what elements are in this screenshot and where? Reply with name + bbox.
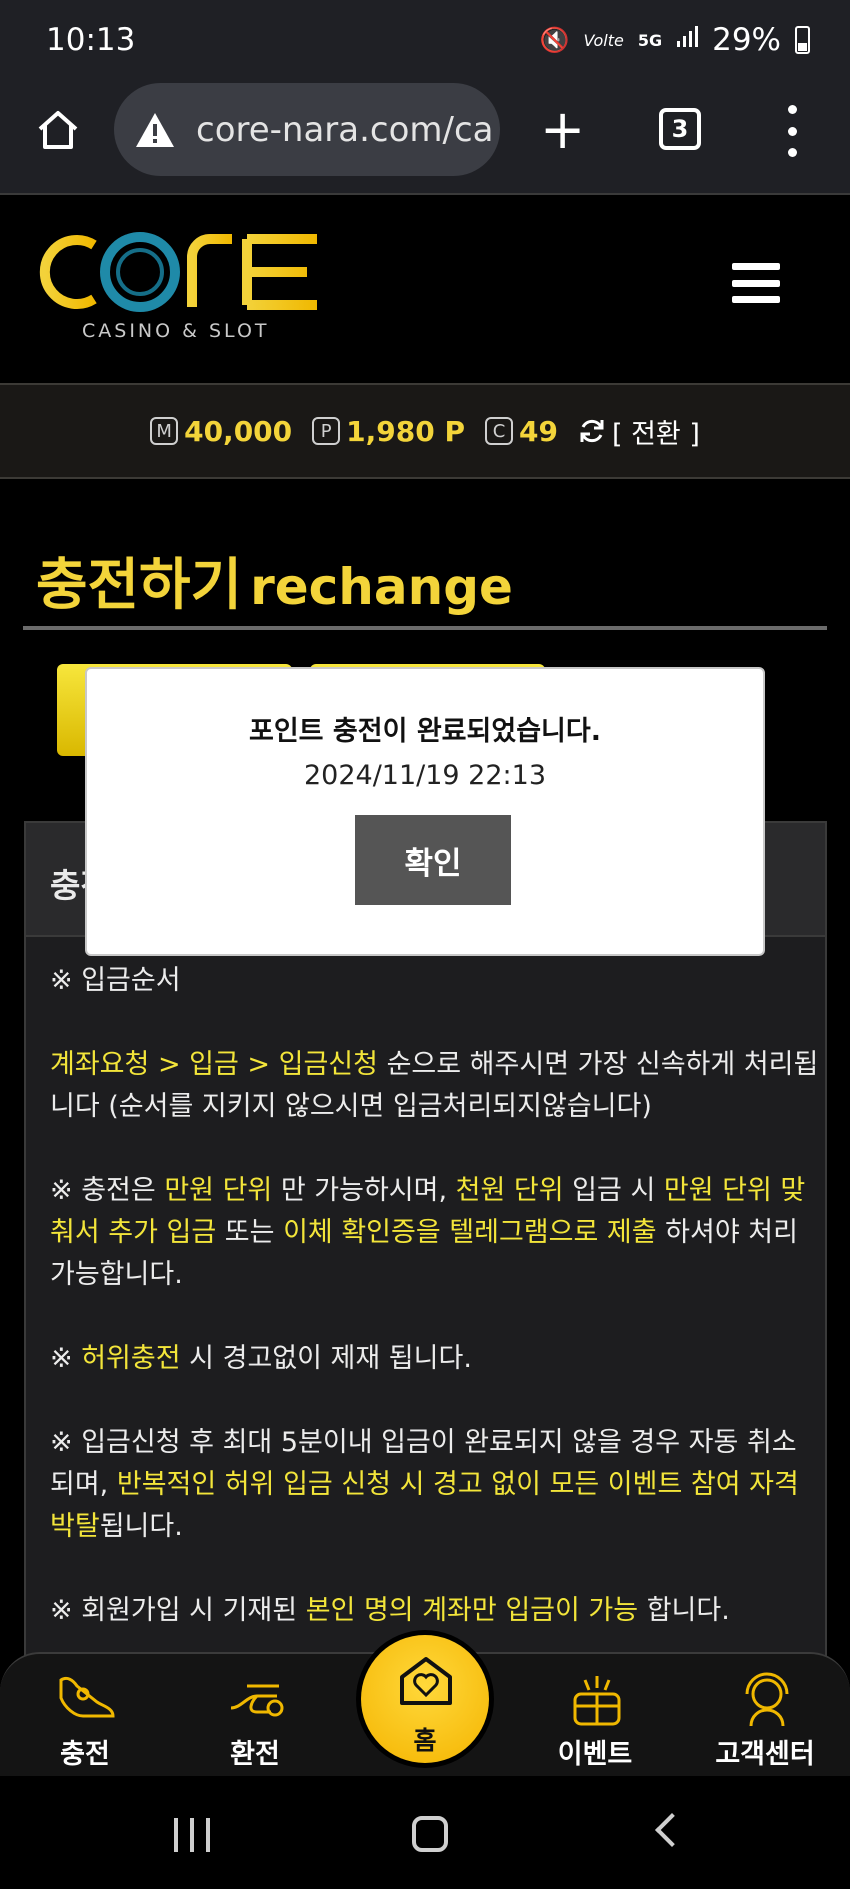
site-logo[interactable]: CASINO & SLOT [32,227,322,342]
coin-balance: C 49 [485,415,558,448]
money-value: 40,000 [184,414,293,448]
confirm-button[interactable]: 확인 [355,815,511,905]
headset-icon [745,1672,789,1727]
notice-line: ※ 허위충전 시 경고없이 제재 됩니다. [50,1343,472,1374]
nav-exchange[interactable]: 환전 [185,1654,325,1778]
coin-badge: C [485,417,513,445]
nav-event[interactable]: 이벤트 [525,1654,665,1778]
refresh-icon [580,419,604,443]
notice-line: ※ 입금신청 후 최대 5분이내 입금이 완료되지 않을 경우 자동 취소되며,… [50,1427,799,1542]
mute-icon: 🔇 [539,26,570,54]
battery-icon [795,26,810,54]
nav-support-label: 고객센터 [715,1739,815,1770]
notice-line: ※ 충전은 만원 단위 만 가능하시며, 천원 단위 입금 시 만원 단위 맞춰… [50,1175,806,1290]
title-divider [23,626,827,630]
nav-support[interactable]: 고객센터 [695,1654,835,1778]
more-menu-icon[interactable] [785,105,799,157]
home-icon[interactable] [35,107,81,153]
signal-icon [676,25,699,55]
nav-event-label: 이벤트 [557,1739,633,1770]
volte-label: Volte [583,30,624,50]
logo-subtitle: CASINO & SLOT [82,320,270,342]
dialog-message: 포인트 충전이 완료되었습니다. [249,716,601,747]
money-balance: M 40,000 [150,415,292,448]
point-value: 1,980 P [346,414,465,448]
notice-line: ※ 회원가입 시 기재된 본인 명의 계좌만 입금이 가능 합니다. [50,1595,730,1626]
status-time: 10:13 [46,22,136,58]
system-nav-bar [0,1776,850,1889]
nav-home[interactable]: 홈 [356,1630,494,1768]
dialog-datetime: 2024/11/19 22:13 [303,760,546,791]
notice-line: ※ 입금순서 [50,965,181,996]
home-button-face: 홈 [361,1635,489,1763]
address-bar[interactable]: core-nara.com/ca [114,83,500,176]
nav-charge-label: 충전 [60,1739,110,1770]
deposit-notice: ※ 입금순서 계좌요청 > 입금 > 입금신청 순으로 해주시면 가장 신속하게… [50,960,820,1674]
site-header: CASINO & SLOT [0,197,850,382]
point-badge: P [312,417,341,445]
warning-icon[interactable] [134,109,176,151]
back-icon[interactable] [655,1813,689,1847]
nav-charge[interactable]: 충전 [15,1654,155,1778]
switch-button[interactable]: [ 전환 ] [578,412,700,451]
notice-line: 계좌요청 > 입금 > 입금신청 순으로 해주시면 가장 신속하게 처리됩니다 … [50,1049,819,1122]
status-bar: 10:13 🔇 Volte 5G 29% [0,0,850,80]
page-title-ko: 충전하기 [36,553,243,618]
gift-icon [573,1676,621,1726]
tab-count-button[interactable]: 3 [659,108,701,150]
nav-exchange-label: 환전 [230,1739,280,1770]
browser-toolbar: core-nara.com/ca + 3 [0,80,850,195]
switch-label: [ 전환 ] [611,418,700,450]
status-icons: 🔇 Volte 5G 29% [540,22,810,58]
home-heart-icon [400,1657,452,1705]
point-balance: P 1,980 P [312,415,465,448]
network-label: 5G [637,30,663,50]
page-title: 충전하기 rechange [36,540,513,621]
system-home-icon[interactable] [412,1816,448,1852]
exchange-hand-icon [230,1684,284,1717]
page-title-en: rechange [250,558,513,616]
new-tab-icon[interactable]: + [540,103,585,157]
logo-mark [39,232,317,312]
url-text[interactable]: core-nara.com/ca [196,110,494,150]
battery-percent: 29% [712,22,781,58]
alert-dialog: 포인트 충전이 완료되었습니다. 2024/11/19 22:13 확인 [85,667,765,956]
coin-value: 49 [519,414,558,448]
nav-home-label: 홈 [413,1726,437,1755]
charge-hand-icon [59,1676,115,1718]
balance-bar: M 40,000 P 1,980 P C 49 [ 전환 ] [0,383,850,479]
hamburger-menu-icon[interactable] [732,263,780,303]
money-badge: M [150,417,179,445]
recent-apps-icon[interactable] [174,1818,210,1852]
